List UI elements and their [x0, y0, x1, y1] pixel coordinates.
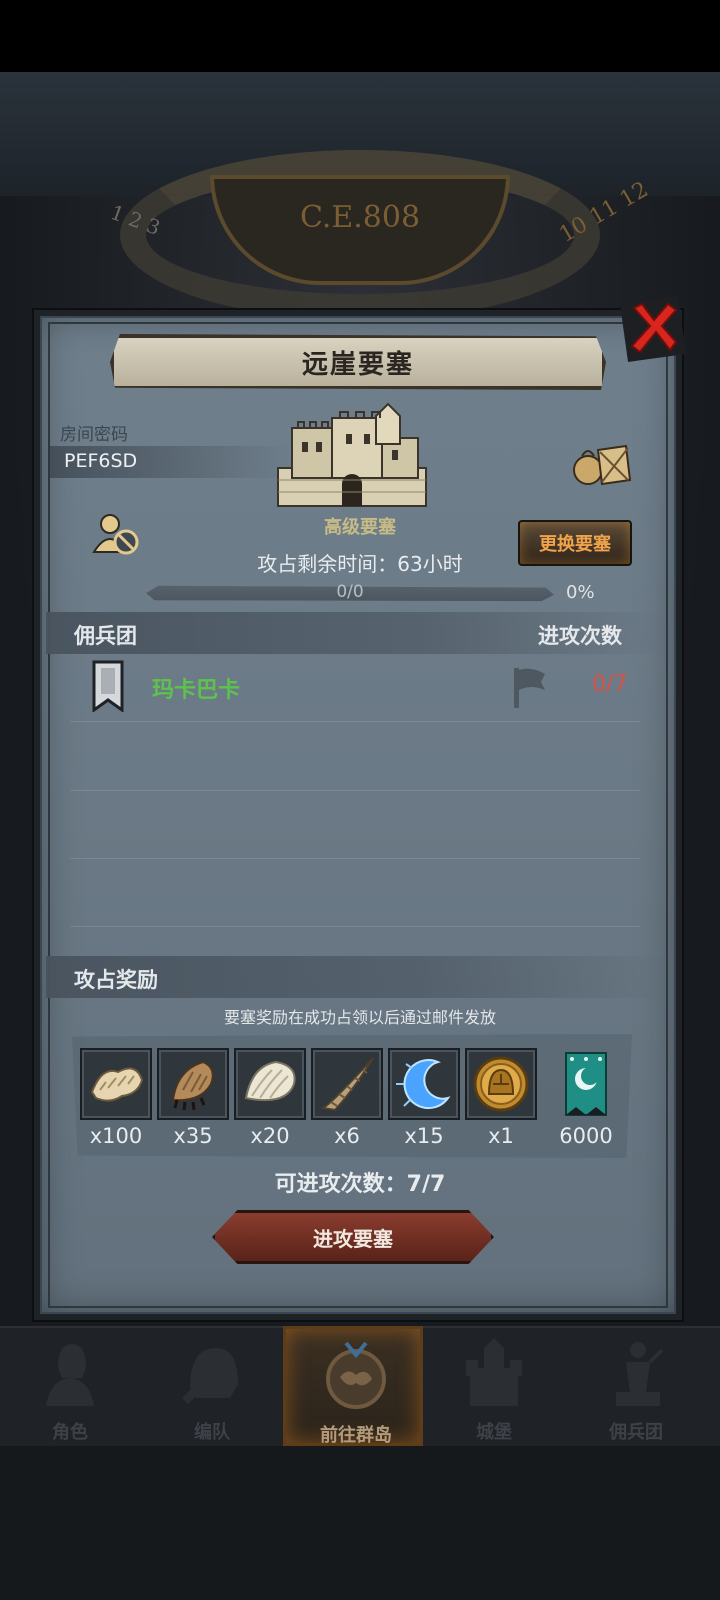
reward-quantity: x15: [404, 1124, 444, 1148]
statue-icon: [616, 1342, 664, 1406]
mercenary-header: 佣兵团: [74, 624, 137, 648]
fur-pelt-icon: [90, 1067, 144, 1102]
reward-tile[interactable]: [234, 1048, 306, 1120]
supply-crate-icon[interactable]: [572, 440, 632, 486]
fortress-castle-icon: [277, 402, 427, 507]
reward-tile[interactable]: [388, 1048, 460, 1120]
change-fortress-button[interactable]: 更换要塞: [518, 520, 632, 566]
world-emblem-icon: [326, 1341, 386, 1409]
list-divider: [70, 926, 640, 927]
room-password-label: 房间密码: [60, 425, 128, 445]
change-fortress-label: 更换要塞: [539, 534, 611, 555]
reward-item[interactable]: x100: [80, 1048, 152, 1148]
fortress-level: 高级要塞: [324, 517, 396, 538]
flag-icon[interactable]: [512, 666, 548, 710]
attack-fortress-button[interactable]: 进攻要塞: [212, 1210, 494, 1264]
reward-tile[interactable]: [80, 1048, 152, 1120]
reward-tile[interactable]: [311, 1048, 383, 1120]
reward-quantity: x100: [89, 1124, 143, 1148]
reward-item[interactable]: 6000: [550, 1048, 622, 1148]
horn-icon: [319, 1057, 374, 1112]
nav-go-to-islands[interactable]: 前往群岛: [283, 1326, 423, 1446]
nav-formation[interactable]: 编队: [142, 1326, 282, 1446]
blue-crescent-icon: [396, 1059, 451, 1110]
dialog-title: 远崖要塞: [301, 349, 414, 380]
claw-paw-icon: [171, 1060, 214, 1111]
calendar-year: C.E.808: [299, 200, 421, 235]
nav-label: 前往群岛: [320, 1425, 392, 1446]
guild-banner-icon: [92, 660, 124, 712]
nav-label: 城堡: [476, 1422, 512, 1443]
available-attacks: 可进攻次数：7/7: [274, 1172, 446, 1197]
capture-progress-percent: 0%: [566, 582, 595, 603]
nav-label: 佣兵团: [609, 1422, 663, 1443]
reward-note: 要塞奖励在成功占领以后通过邮件发放: [223, 1008, 496, 1027]
capture-progress-text: 0/0: [336, 582, 364, 602]
reward-item[interactable]: x35: [157, 1048, 229, 1148]
nav-label: 角色: [52, 1422, 88, 1443]
list-divider: [70, 790, 640, 791]
nav-character[interactable]: 角色: [0, 1326, 140, 1446]
reward-tile[interactable]: [157, 1048, 229, 1120]
dialog-title-banner: 远崖要塞: [110, 334, 606, 390]
helmet-icon: [182, 1348, 238, 1404]
attack-fortress-label: 进攻要塞: [313, 1226, 393, 1251]
nav-castle[interactable]: 城堡: [424, 1326, 564, 1446]
capture-time-left: 攻占剩余时间：63小时: [257, 552, 463, 576]
reward-quantity: x6: [334, 1124, 360, 1148]
reward-quantity: x20: [250, 1124, 290, 1148]
user-disabled-icon[interactable]: [92, 512, 140, 556]
room-password-value: PEF6SD: [64, 450, 138, 472]
teal-banner-icon: [565, 1052, 607, 1116]
reward-quantity: 6000: [559, 1124, 613, 1148]
reward-tile[interactable]: [550, 1048, 622, 1120]
reward-tile[interactable]: [465, 1048, 537, 1120]
reward-item[interactable]: x6: [311, 1048, 383, 1148]
mercenary-name[interactable]: 玛卡巴卡: [152, 672, 240, 704]
nav-label: 编队: [194, 1422, 230, 1443]
reward-quantity: x1: [488, 1124, 514, 1148]
list-divider: [70, 721, 640, 722]
castle-icon: [466, 1338, 522, 1406]
mercenary-attack-count: 0/7: [592, 672, 628, 697]
reward-item[interactable]: x15: [388, 1048, 460, 1148]
top-status-area: [0, 0, 720, 72]
bottom-safe-area: [0, 1446, 720, 1600]
attack-count-header: 进攻次数: [538, 624, 622, 648]
rewards-header: 攻占奖励: [74, 968, 158, 992]
list-divider: [70, 858, 640, 859]
reward-item[interactable]: x20: [234, 1048, 306, 1148]
close-icon[interactable]: [620, 296, 686, 362]
knight-bust-icon: [46, 1344, 94, 1406]
reward-quantity: x35: [173, 1124, 213, 1148]
white-fur-icon: [244, 1060, 296, 1102]
reward-item[interactable]: x1: [465, 1048, 537, 1148]
nav-mercenary[interactable]: 佣兵团: [566, 1326, 706, 1446]
gold-helmet-coin-icon: [473, 1056, 529, 1112]
